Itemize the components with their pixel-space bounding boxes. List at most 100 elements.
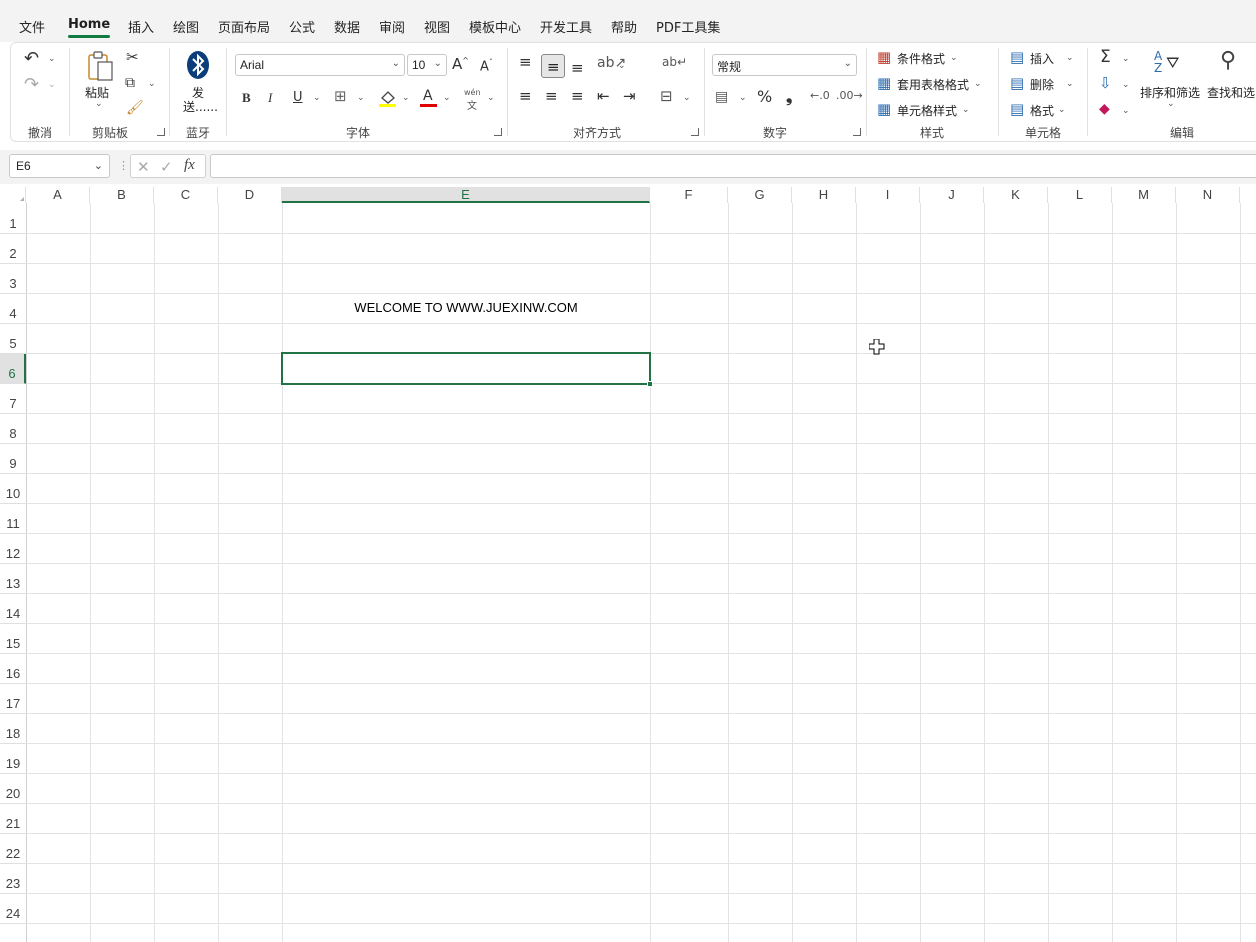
italic-button[interactable]: I [268, 91, 272, 104]
row-header-18[interactable]: 18 [0, 714, 26, 744]
menu-insert[interactable]: 插入 [128, 17, 154, 36]
underline-button[interactable]: U [293, 91, 303, 104]
decrease-decimal-icon[interactable]: .00→ [836, 90, 863, 101]
copy-icon[interactable]: ⧉ [125, 76, 135, 90]
fill-handle[interactable] [647, 381, 653, 387]
delete-dropdown-icon[interactable]: ⌄ [1066, 80, 1074, 89]
menu-draw[interactable]: 绘图 [173, 17, 199, 36]
table-format-dropdown-icon[interactable]: ⌄ [974, 80, 982, 89]
conditional-format-dropdown-icon[interactable]: ⌄ [950, 54, 958, 63]
row-header-17[interactable]: 17 [0, 684, 26, 714]
paste-dropdown-icon[interactable]: ⌄ [95, 100, 103, 109]
menu-home[interactable]: Home [68, 17, 110, 32]
decrease-indent-icon[interactable]: ⇤ [597, 89, 610, 104]
find-select-icon[interactable]: ⚲ [1220, 50, 1236, 72]
row-header-24[interactable]: 24 [0, 894, 26, 924]
row-header-11[interactable]: 11 [0, 504, 26, 534]
row-header-21[interactable]: 21 [0, 804, 26, 834]
cell-styles-dropdown-icon[interactable]: ⌄ [962, 106, 970, 115]
menu-template-center[interactable]: 模板中心 [469, 17, 521, 36]
fill-color-dropdown-icon[interactable]: ⌄ [402, 94, 410, 103]
align-middle-button[interactable]: ≡ [541, 54, 565, 78]
bluetooth-send-button[interactable] [186, 50, 210, 80]
column-header-g[interactable]: G [728, 187, 792, 203]
increase-decimal-icon[interactable]: ←.0 [810, 90, 830, 101]
column-header-l[interactable]: L [1048, 187, 1112, 203]
autosum-icon[interactable]: Σ [1100, 49, 1111, 66]
insert-cells-button[interactable]: 插入 [1030, 50, 1054, 67]
alignment-launcher-icon[interactable] [691, 128, 699, 136]
row-header-13[interactable]: 13 [0, 564, 26, 594]
menu-help[interactable]: 帮助 [611, 17, 637, 36]
row-header-20[interactable]: 20 [0, 774, 26, 804]
align-bottom-icon[interactable]: ≡ [571, 61, 584, 76]
column-header-h[interactable]: H [792, 187, 856, 203]
column-header-n[interactable]: N [1176, 187, 1240, 203]
increase-indent-icon[interactable]: ⇥ [623, 89, 636, 104]
column-header-c[interactable]: C [154, 187, 218, 203]
menu-formulas[interactable]: 公式 [289, 17, 315, 36]
row-header-9[interactable]: 9 [0, 444, 26, 474]
paste-button[interactable] [86, 50, 113, 82]
autosum-dropdown-icon[interactable]: ⌄ [1122, 55, 1130, 64]
table-format-button[interactable]: 套用表格格式 [897, 76, 969, 93]
column-header-d[interactable]: D [218, 187, 282, 203]
row-header-2[interactable]: 2 [0, 234, 26, 264]
copy-dropdown-icon[interactable]: ⌄ [148, 80, 156, 89]
row-header-4[interactable]: 4 [0, 294, 26, 324]
undo-dropdown-icon[interactable]: ⌄ [48, 55, 56, 64]
format-cells-button[interactable]: 格式 [1030, 102, 1054, 119]
row-header-6[interactable]: 6 [0, 354, 26, 384]
menu-view[interactable]: 视图 [424, 17, 450, 36]
column-header-a[interactable]: A [26, 187, 90, 203]
delete-cells-button[interactable]: 删除 [1030, 76, 1054, 93]
enter-icon[interactable]: ✓ [160, 158, 173, 176]
more-options-icon[interactable]: ⋮ [118, 160, 129, 171]
row-header-23[interactable]: 23 [0, 864, 26, 894]
font-color-dropdown-icon[interactable]: ⌄ [443, 94, 451, 103]
insert-dropdown-icon[interactable]: ⌄ [1066, 54, 1074, 63]
percent-style-button[interactable]: % [757, 89, 772, 105]
menu-data[interactable]: 数据 [334, 17, 360, 36]
column-header-m[interactable]: M [1112, 187, 1176, 203]
borders-icon[interactable]: ⊞ [334, 89, 347, 104]
redo-icon[interactable]: ↷ [24, 76, 39, 94]
row-header-19[interactable]: 19 [0, 744, 26, 774]
menu-pdf-tools[interactable]: PDF工具集 [656, 17, 720, 36]
menu-page-layout[interactable]: 页面布局 [218, 17, 270, 36]
insert-function-button[interactable]: fx [184, 157, 195, 174]
column-header-k[interactable]: K [984, 187, 1048, 203]
accounting-dropdown-icon[interactable]: ⌄ [739, 94, 747, 103]
align-top-icon[interactable]: ≡ [519, 55, 532, 70]
merge-dropdown-icon[interactable]: ⌄ [683, 94, 691, 103]
row-header-15[interactable]: 15 [0, 624, 26, 654]
menu-review[interactable]: 审阅 [379, 17, 405, 36]
format-dropdown-icon[interactable]: ⌄ [1058, 106, 1066, 115]
menu-developer[interactable]: 开发工具 [540, 17, 592, 36]
fill-color-button[interactable] [378, 88, 398, 108]
column-header-i[interactable]: I [856, 187, 920, 203]
cell-styles-button[interactable]: 单元格样式 [897, 102, 957, 119]
phonetic-dropdown-icon[interactable]: ⌄ [487, 94, 495, 103]
orientation-dropdown-icon[interactable]: ⌄ [618, 62, 626, 71]
underline-dropdown-icon[interactable]: ⌄ [313, 94, 321, 103]
row-header-7[interactable]: 7 [0, 384, 26, 414]
active-cell-selection[interactable] [281, 352, 651, 385]
font-launcher-icon[interactable] [494, 128, 502, 136]
undo-icon[interactable]: ↶ [24, 50, 39, 68]
increase-font-icon[interactable]: A^ [452, 57, 469, 72]
number-launcher-icon[interactable] [853, 128, 861, 136]
cell-e4[interactable]: WELCOME TO WWW.JUEXINW.COM [283, 294, 649, 323]
phonetic-button[interactable]: wén 文 [462, 88, 484, 112]
sort-filter-dropdown-icon[interactable]: ⌄ [1167, 100, 1175, 109]
font-size-select[interactable]: 10 ⌄ [407, 54, 447, 76]
align-left-icon[interactable]: ≡ [519, 89, 532, 104]
cancel-icon[interactable]: ✕ [137, 158, 150, 176]
row-header-16[interactable]: 16 [0, 654, 26, 684]
find-select-button[interactable]: 查找和选 [1207, 84, 1255, 101]
clear-dropdown-icon[interactable]: ⌄ [1122, 107, 1130, 116]
decrease-font-icon[interactable]: Aˇ [480, 59, 493, 74]
align-right-icon[interactable]: ≡ [571, 89, 584, 104]
row-header-10[interactable]: 10 [0, 474, 26, 504]
menu-file[interactable]: 文件 [19, 17, 45, 36]
